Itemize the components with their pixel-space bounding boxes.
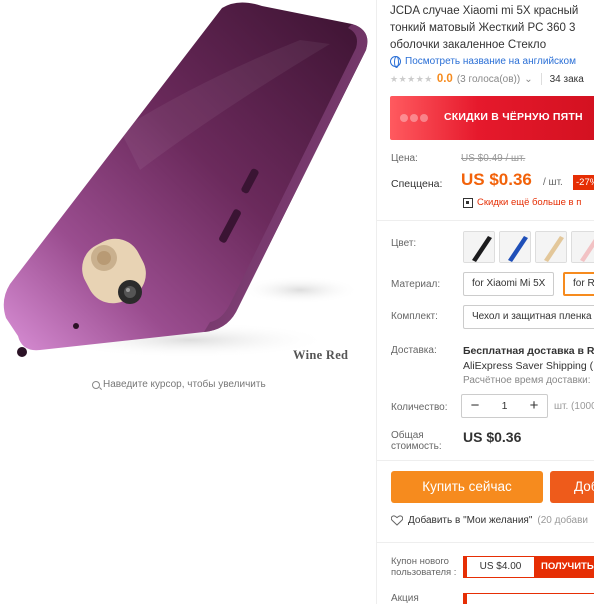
old-price-label: Цена: — [391, 153, 418, 164]
material-option[interactable]: for Xiaomi Mi 5X — [463, 272, 555, 296]
discount-badge: -27% — [573, 175, 594, 190]
globe-icon — [390, 56, 401, 68]
heart-plus-icon — [390, 515, 404, 526]
material-label: Материал: — [391, 279, 441, 290]
zoom-hint: Наведите курсор, чтобы увеличить — [92, 379, 266, 390]
wishlist-count: (20 добави — [537, 515, 588, 526]
banner-text: СКИДКИ В ЧЁРНУЮ ПЯТН — [444, 111, 583, 123]
shipping-method[interactable]: AliExpress Saver Shipping ( — [463, 360, 593, 372]
quantity-label: Количество: — [391, 402, 448, 413]
zoom-hint-text: Наведите курсор, чтобы увеличить — [103, 379, 266, 390]
promotion-box[interactable] — [463, 593, 594, 604]
divider — [377, 220, 594, 221]
rating-stars: ★★★★★ — [390, 73, 433, 84]
material-option-selected[interactable]: for Re — [563, 272, 594, 296]
divider — [377, 542, 594, 543]
total-value: US $0.36 — [463, 429, 522, 445]
quantity-plus-button[interactable]: + — [521, 395, 547, 417]
color-caption: Wine Red — [293, 348, 349, 362]
color-swatch-black[interactable] — [463, 231, 495, 263]
shipping-eta: Расчётное время доставки: — [463, 375, 591, 386]
banner-decoration — [400, 106, 430, 130]
app-discount-link[interactable]: Скидки ещё больше в п — [463, 197, 581, 208]
product-image — [3, 2, 368, 358]
magnifier-icon — [92, 380, 100, 389]
shipping-title[interactable]: Бесплатная доставка в Ru — [463, 345, 594, 357]
promotion-label: Акция — [391, 593, 419, 604]
divider — [377, 460, 594, 461]
quantity-available-note: шт. (1000 — [554, 401, 594, 412]
wishlist-link[interactable]: Добавить в "Мои желания" — [408, 515, 532, 526]
rating-row: ★★★★★ 0.0 (3 голоса(ов)) ⌄ 34 зака — [390, 73, 584, 85]
add-to-cart-button[interactable]: Доб — [550, 471, 594, 503]
quantity-stepper: − 1 + — [461, 394, 548, 418]
coupon-label: Купон нового пользователя : — [391, 556, 457, 578]
buy-now-button[interactable]: Купить сейчас — [391, 471, 543, 503]
kit-option[interactable]: Чехол и защитная пленка — [463, 305, 594, 329]
product-title-line: JCDA случае Xiaomi mi 5X красный — [390, 5, 579, 17]
price-unit: / шт. — [543, 177, 563, 188]
coupon-amount: US $4.00 — [463, 556, 535, 578]
color-swatch-gold[interactable] — [535, 231, 567, 263]
color-label: Цвет: — [391, 238, 417, 249]
rating-divider — [540, 73, 542, 85]
product-info-panel: JCDA случае Xiaomi mi 5X красный тонкий … — [376, 0, 594, 604]
color-swatch-blue[interactable] — [499, 231, 531, 263]
old-price: US $0.49 / шт. — [461, 153, 526, 164]
product-title[interactable]: JCDA случае Xiaomi mi 5X красный тонкий … — [390, 3, 594, 54]
product-title-line: тонкий матовый Жесткий PC 360 3 — [390, 22, 576, 34]
kit-label: Комплект: — [391, 311, 438, 322]
wishlist-row[interactable]: Добавить в "Мои желания" (20 добави — [390, 515, 588, 526]
quantity-input[interactable]: 1 — [488, 400, 521, 412]
rating-votes[interactable]: (3 голоса(ов)) — [457, 74, 520, 85]
get-coupon-button[interactable]: ПОЛУЧИТЬ — [535, 556, 594, 578]
current-price: US $0.36 — [461, 170, 532, 189]
translate-link[interactable]: Посмотреть название на английском — [390, 56, 576, 68]
app-discount-text: Скидки ещё больше в п — [477, 197, 582, 208]
rating-value: 0.0 — [436, 73, 453, 85]
color-swatch-pink[interactable] — [571, 231, 594, 263]
total-label: Общая стоимость: — [391, 430, 442, 452]
product-image-gallery[interactable]: Wine Red — [0, 0, 376, 376]
shipping-label: Доставка: — [391, 345, 437, 356]
product-title-line: оболочки закаленное Стекло — [390, 39, 547, 51]
promo-price-label: Спеццена: — [391, 178, 443, 190]
quantity-minus-button[interactable]: − — [462, 395, 488, 417]
translate-link-text: Посмотреть название на английском — [405, 56, 576, 67]
orders-count: 34 зака — [549, 73, 584, 85]
sale-banner[interactable]: СКИДКИ В ЧЁРНУЮ ПЯТН — [390, 96, 594, 140]
chevron-down-icon[interactable]: ⌄ — [524, 74, 532, 85]
qr-code-icon — [463, 197, 473, 208]
